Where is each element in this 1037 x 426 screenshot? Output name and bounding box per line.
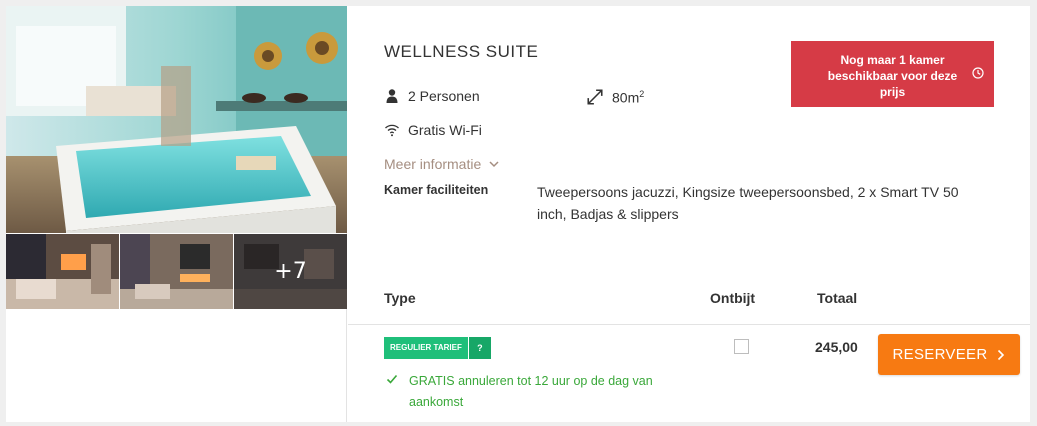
rate-help-button[interactable]: ? (468, 337, 491, 359)
room-card: +7 WELLNESS SUITE 2 Personen 80m2 Gratis… (6, 6, 1030, 422)
expand-arrows-icon (587, 89, 603, 105)
column-header-totaal: Totaal (817, 290, 858, 306)
reserve-button[interactable]: RESERVEER (878, 334, 1020, 375)
wifi-label: Gratis Wi-Fi (408, 122, 482, 138)
breakfast-checkbox[interactable] (734, 339, 749, 354)
total-price: 245,00 (815, 339, 858, 355)
more-info-toggle[interactable]: Meer informatie (384, 156, 499, 172)
table-divider (348, 324, 1030, 325)
rate-type-label: REGULIER TARIEF (384, 337, 468, 359)
thumbnail-photo-2[interactable] (120, 234, 233, 309)
wifi-icon (385, 124, 399, 137)
size-label: 80m2 (612, 88, 645, 106)
size-feature: 80m2 (586, 88, 644, 106)
more-photos-count: +7 (274, 259, 307, 284)
photo-gallery: +7 (6, 6, 347, 422)
cancellation-text: GRATIS annuleren tot 12 uur op de dag va… (409, 374, 653, 409)
chevron-down-icon (489, 160, 499, 167)
room-details: WELLNESS SUITE 2 Personen 80m2 Gratis Wi… (348, 6, 1030, 422)
reserve-button-label: RESERVEER (892, 346, 988, 363)
availability-alert-text: Nog maar 1 kamer beschikbaar voor deze p… (827, 53, 958, 99)
chevron-right-icon (998, 349, 1005, 360)
check-icon (386, 374, 398, 384)
column-header-ontbijt: Ontbijt (710, 290, 756, 306)
person-icon (386, 89, 398, 103)
thumbnail-photo-1[interactable] (6, 234, 119, 309)
more-info-label: Meer informatie (384, 156, 482, 172)
column-header-type: Type (384, 290, 416, 306)
wifi-feature: Gratis Wi-Fi (384, 122, 482, 138)
thumbnail-more-photos[interactable]: +7 (234, 234, 347, 309)
persons-label: 2 Personen (408, 88, 480, 104)
rate-badge: REGULIER TARIEF ? (384, 337, 491, 359)
clock-icon (972, 67, 984, 79)
facilities-value: Tweepersoons jacuzzi, Kingsize tweeperso… (537, 184, 959, 222)
main-room-photo[interactable] (6, 6, 347, 233)
room-title: WELLNESS SUITE (384, 42, 539, 61)
thumbnail-strip: +7 (6, 234, 347, 309)
facilities-label: Kamer faciliteiten (384, 183, 489, 197)
availability-alert: Nog maar 1 kamer beschikbaar voor deze p… (791, 41, 994, 107)
persons-feature: 2 Personen (384, 88, 480, 104)
cancellation-policy: GRATIS annuleren tot 12 uur op de dag va… (386, 371, 686, 413)
